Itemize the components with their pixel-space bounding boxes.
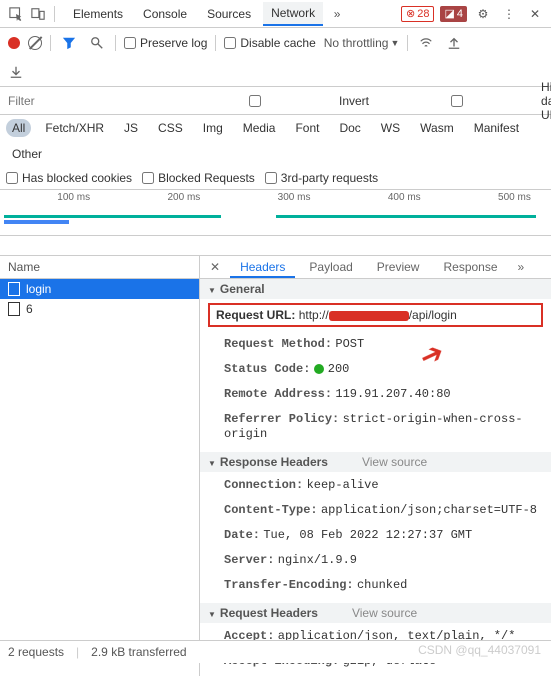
disclosure-icon <box>208 606 216 620</box>
error-badge[interactable]: ⊗28 <box>401 6 434 22</box>
inspect-icon[interactable] <box>6 4 26 24</box>
type-wasm[interactable]: Wasm <box>414 119 460 137</box>
filter-icon[interactable] <box>59 33 79 53</box>
type-font[interactable]: Font <box>289 119 325 137</box>
status-code-row: Status Code: 200 <box>200 356 551 381</box>
section-request-headers[interactable]: Request HeadersView source <box>200 603 551 623</box>
type-js[interactable]: JS <box>118 119 144 137</box>
disable-cache-checkbox[interactable]: Disable cache <box>224 36 315 50</box>
type-ws[interactable]: WS <box>375 119 406 137</box>
split-pane: Name login 6 ✕ Headers Payload Preview R… <box>0 256 551 676</box>
tab-elements[interactable]: Elements <box>65 3 131 25</box>
server-row: Server: nginx/1.9.9 <box>200 547 551 572</box>
kebab-icon[interactable]: ⋮ <box>499 4 519 24</box>
type-filter: All Fetch/XHR JS CSS Img Media Font Doc … <box>0 115 551 167</box>
preserve-log-checkbox[interactable]: Preserve log <box>124 36 207 50</box>
section-general[interactable]: General <box>200 279 551 299</box>
more-subtabs-icon[interactable]: » <box>512 260 531 274</box>
tick-label: 100 ms <box>20 192 90 203</box>
type-media[interactable]: Media <box>237 119 282 137</box>
transfer-encoding-row: Transfer-Encoding: chunked <box>200 572 551 597</box>
disclosure-icon <box>208 282 216 296</box>
third-party-checkbox[interactable]: 3rd-party requests <box>265 171 378 185</box>
file-icon <box>8 282 20 296</box>
transferred-size: 2.9 kB transferred <box>91 645 186 659</box>
more-tabs-icon[interactable]: » <box>327 4 347 24</box>
blocked-requests-checkbox[interactable]: Blocked Requests <box>142 171 255 185</box>
request-method-row: Request Method: POST <box>200 331 551 356</box>
tab-network[interactable]: Network <box>263 2 323 26</box>
gear-icon[interactable]: ⚙ <box>473 4 493 24</box>
close-detail-icon[interactable]: ✕ <box>204 260 226 274</box>
wifi-icon[interactable] <box>416 33 436 53</box>
disclosure-icon <box>208 455 216 469</box>
network-toolbar: Preserve log Disable cache No throttling… <box>0 28 551 58</box>
redacted-host <box>329 311 409 321</box>
detail-panel: ✕ Headers Payload Preview Response » Gen… <box>200 256 551 676</box>
request-url-row: Request URL: http:///api/login <box>208 303 543 327</box>
invert-checkbox[interactable]: Invert <box>175 94 369 108</box>
tab-console[interactable]: Console <box>135 3 195 25</box>
type-img[interactable]: Img <box>197 119 229 137</box>
timeline-overview[interactable]: 100 ms 200 ms 300 ms 400 ms 500 ms <box>0 190 551 236</box>
throttling-select[interactable]: No throttling ▼ <box>324 36 400 50</box>
connection-row: Connection: keep-alive <box>200 472 551 497</box>
status-dot-icon <box>314 364 324 374</box>
warning-badge[interactable]: ◪4 <box>440 6 467 22</box>
close-devtools-icon[interactable]: ✕ <box>525 4 545 24</box>
type-fetch[interactable]: Fetch/XHR <box>39 119 110 137</box>
clear-icon[interactable] <box>28 36 42 50</box>
referrer-policy-row: Referrer Policy: strict-origin-when-cros… <box>200 406 551 446</box>
requests-count: 2 requests <box>8 645 64 659</box>
section-response-headers[interactable]: Response HeadersView source <box>200 452 551 472</box>
content-type-row: Content-Type: application/json;charset=U… <box>200 497 551 522</box>
watermark-text: CSDN @qq_44037091 <box>418 643 541 657</box>
request-row-6[interactable]: 6 <box>0 299 199 319</box>
subtab-payload[interactable]: Payload <box>299 256 362 278</box>
main-toolbar: Elements Console Sources Network » ⊗28 ◪… <box>0 0 551 28</box>
search-icon[interactable] <box>87 33 107 53</box>
view-source-link[interactable]: View source <box>362 455 427 469</box>
tick-label: 400 ms <box>351 192 421 203</box>
subtab-response[interactable]: Response <box>433 256 507 278</box>
download-icon[interactable] <box>8 62 24 82</box>
tab-sources[interactable]: Sources <box>199 3 259 25</box>
subtab-preview[interactable]: Preview <box>367 256 430 278</box>
tick-label: 200 ms <box>130 192 200 203</box>
tick-label: 300 ms <box>240 192 310 203</box>
remote-address-row: Remote Address: 119.91.207.40:80 <box>200 381 551 406</box>
request-list: Name login 6 <box>0 256 200 676</box>
tick-label: 500 ms <box>461 192 531 203</box>
hide-urls-checkbox[interactable]: Hide data URLs <box>377 80 551 122</box>
type-all[interactable]: All <box>6 119 31 137</box>
device-icon[interactable] <box>28 4 48 24</box>
filter-bar: Invert Hide data URLs <box>0 87 551 115</box>
upload-icon[interactable] <box>444 33 464 53</box>
type-other[interactable]: Other <box>6 145 48 163</box>
type-manifest[interactable]: Manifest <box>468 119 525 137</box>
filter-input[interactable] <box>4 90 167 112</box>
view-source-link[interactable]: View source <box>352 606 417 620</box>
date-row: Date: Tue, 08 Feb 2022 12:27:37 GMT <box>200 522 551 547</box>
record-icon[interactable] <box>8 37 20 49</box>
subtab-headers[interactable]: Headers <box>230 256 295 278</box>
column-name[interactable]: Name <box>0 256 199 279</box>
file-icon <box>8 302 20 316</box>
request-row-login[interactable]: login <box>0 279 199 299</box>
type-doc[interactable]: Doc <box>333 119 366 137</box>
type-css[interactable]: CSS <box>152 119 189 137</box>
blocked-cookies-checkbox[interactable]: Has blocked cookies <box>6 171 132 185</box>
